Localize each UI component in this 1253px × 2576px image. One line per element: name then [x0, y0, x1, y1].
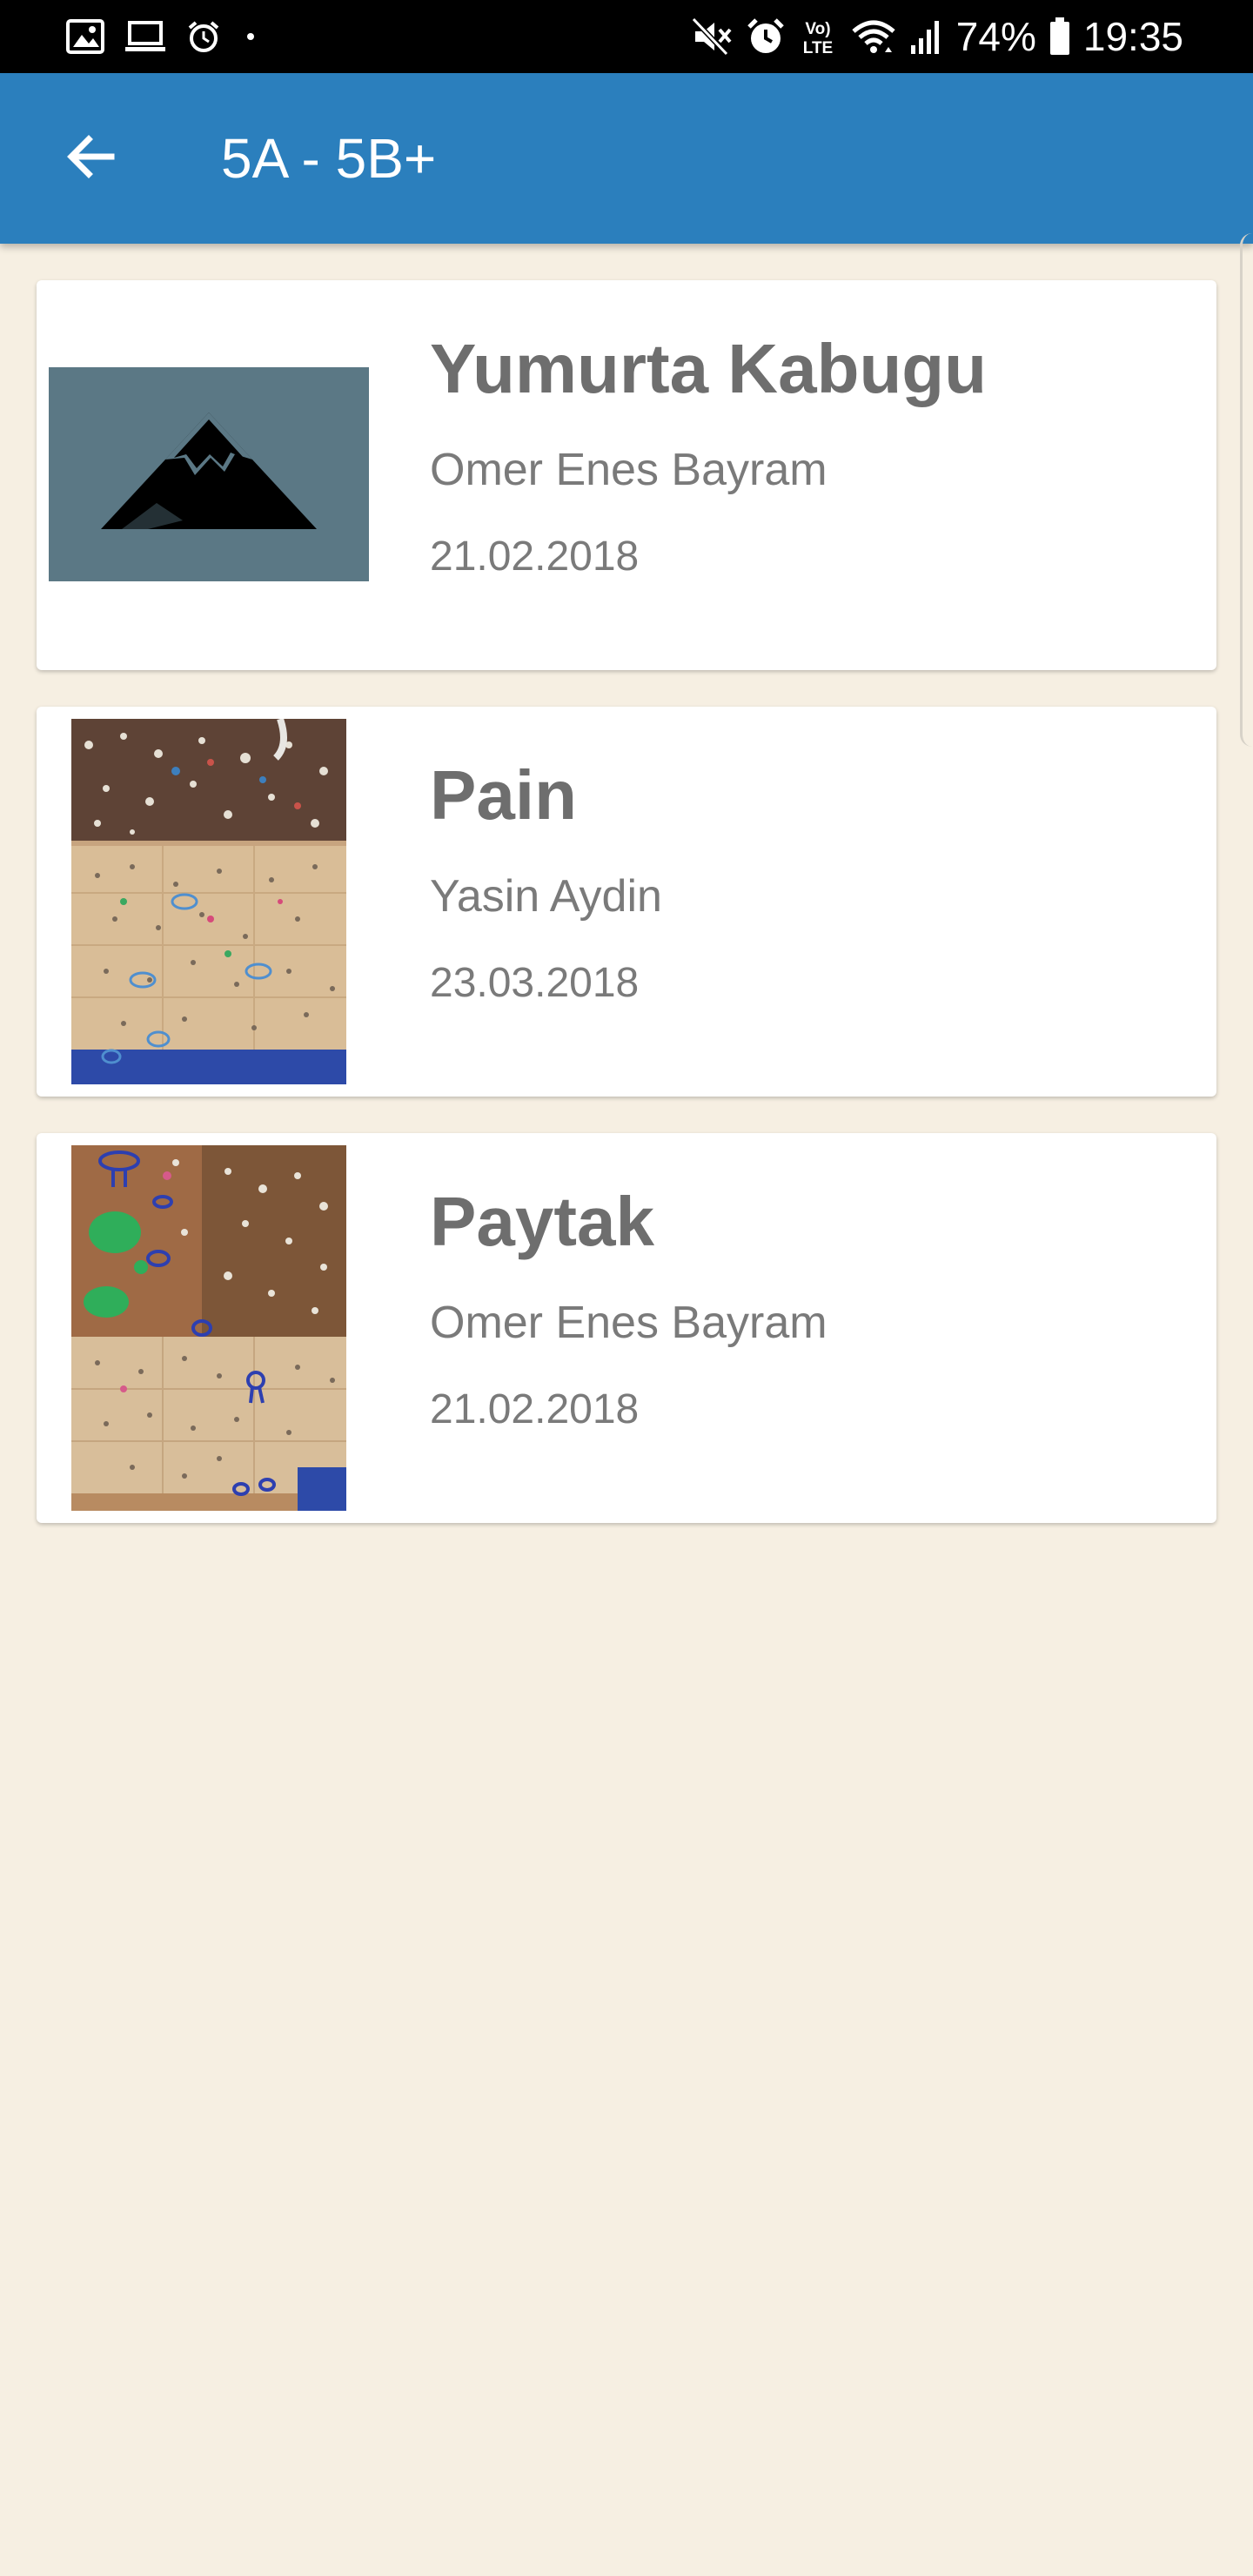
status-left-icons [66, 0, 261, 73]
page-title: 5A - 5B+ [221, 127, 437, 190]
signal-icon [909, 17, 944, 56]
route-author: Omer Enes Bayram [430, 1298, 828, 1348]
route-card-yumurta-kabugu[interactable]: Yumurta Kabugu Omer Enes Bayram 21.02.20… [37, 280, 1216, 670]
route-thumbnail [71, 719, 346, 1084]
battery-icon [1049, 17, 1071, 57]
route-name: Yumurta Kabugu [430, 330, 988, 407]
gallery-icon [66, 19, 104, 54]
route-name: Paytak [430, 1183, 654, 1260]
route-card-pain[interactable]: Pain Yasin Aydin 23.03.2018 [37, 707, 1216, 1097]
clock-time: 19:35 [1082, 14, 1183, 59]
volte-icon: Vo) LTE [798, 17, 838, 57]
route-thumbnail [49, 367, 369, 581]
route-card-paytak[interactable]: Paytak Omer Enes Bayram 21.02.2018 [37, 1133, 1216, 1523]
climbing-wall-photo [71, 719, 346, 1084]
status-right-icons: Vo) LTE 74% 19:35 [691, 0, 1183, 73]
scroll-indicator [1240, 233, 1253, 747]
battery-percent: 74% [955, 14, 1036, 59]
route-thumbnail [71, 1145, 346, 1511]
arrow-back-icon [63, 129, 118, 189]
wifi-icon [850, 17, 897, 56]
svg-text:LTE: LTE [803, 39, 833, 57]
route-date: 21.02.2018 [430, 1386, 640, 1432]
mountain-placeholder-icon [96, 407, 322, 542]
route-date: 21.02.2018 [430, 533, 640, 580]
route-author: Yasin Aydin [430, 871, 662, 922]
alarm-icon [746, 17, 786, 57]
route-author: Omer Enes Bayram [430, 445, 828, 495]
app-bar: 5A - 5B+ [0, 73, 1253, 244]
status-bar: Vo) LTE 74% 19:35 [0, 0, 1253, 73]
svg-text:Vo): Vo) [805, 20, 830, 38]
alarm-icon [186, 19, 221, 54]
back-button[interactable] [45, 113, 136, 204]
route-name: Pain [430, 756, 577, 834]
route-date: 23.03.2018 [430, 960, 640, 1006]
route-list: Yumurta Kabugu Omer Enes Bayram 21.02.20… [37, 280, 1216, 1560]
laptop-icon [124, 19, 167, 54]
mute-icon [691, 17, 734, 56]
climbing-wall-photo [71, 1145, 346, 1511]
dot-icon [240, 19, 261, 54]
